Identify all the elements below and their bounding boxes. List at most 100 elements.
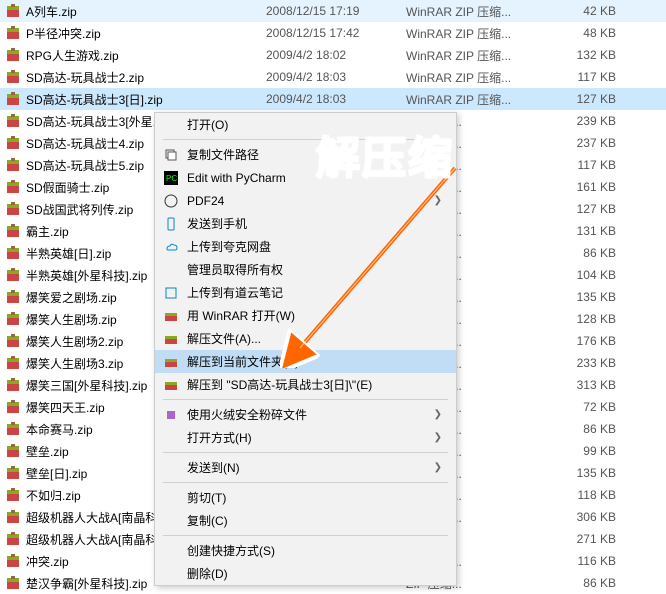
menu-copy-path[interactable]: 复制文件路径 [155, 143, 456, 166]
file-type: WinRAR ZIP 压缩... [406, 69, 546, 86]
zip-icon [4, 201, 22, 217]
phone-icon [161, 214, 181, 234]
file-date: 2009/4/2 18:02 [266, 48, 406, 62]
file-size: 117 KB [546, 70, 626, 84]
file-row[interactable]: P半径冲突.zip2008/12/15 17:42WinRAR ZIP 压缩..… [0, 22, 666, 44]
file-size: 86 KB [546, 422, 626, 436]
menu-label: 上传到夸克网盘 [187, 238, 450, 255]
file-date: 2008/12/15 17:19 [266, 4, 406, 18]
file-size: 42 KB [546, 4, 626, 18]
file-name: SD高达-玩具战士3[日].zip [26, 91, 266, 108]
youdao-icon [161, 283, 181, 303]
file-name: SD高达-玩具战士2.zip [26, 69, 266, 86]
menu-separator [163, 482, 448, 483]
menu-extract-to[interactable]: 解压到 "SD高达-玩具战士3[日]\"(E) [155, 373, 456, 396]
menu-admin-perms[interactable]: 管理员取得所有权 [155, 258, 456, 281]
menu-shortcut[interactable]: 创建快捷方式(S) [155, 539, 456, 562]
file-row[interactable]: A列车.zip2008/12/15 17:19WinRAR ZIP 压缩...4… [0, 0, 666, 22]
file-name: A列车.zip [26, 3, 266, 20]
menu-cut[interactable]: 剪切(T) [155, 486, 456, 509]
winrar-icon [161, 329, 181, 349]
file-size: 127 KB [546, 202, 626, 216]
zip-icon [4, 377, 22, 393]
blank-icon [161, 488, 181, 508]
zip-icon [4, 487, 22, 503]
file-size: 72 KB [546, 400, 626, 414]
menu-extract-here[interactable]: 解压到当前文件夹(X) [155, 350, 456, 373]
winrar-icon [161, 352, 181, 372]
winrar-icon [161, 375, 181, 395]
file-size: 313 KB [546, 378, 626, 392]
zip-icon [4, 531, 22, 547]
file-size: 161 KB [546, 180, 626, 194]
submenu-arrow-icon: ❯ [434, 432, 450, 443]
blank-icon [161, 511, 181, 531]
menu-open-with[interactable]: 打开方式(H) ❯ [155, 426, 456, 449]
blank-icon [161, 541, 181, 561]
menu-copy[interactable]: 复制(C) [155, 509, 456, 532]
zip-icon [4, 3, 22, 19]
menu-upload-quark[interactable]: 上传到夸克网盘 [155, 235, 456, 258]
file-row[interactable]: SD高达-玩具战士2.zip2009/4/2 18:03WinRAR ZIP 压… [0, 66, 666, 88]
menu-label: 复制(C) [187, 512, 450, 529]
menu-extract-file[interactable]: 解压文件(A)... [155, 327, 456, 350]
menu-send-to[interactable]: 发送到(N) ❯ [155, 456, 456, 479]
menu-label: 发送到(N) [187, 459, 434, 476]
shred-icon [161, 405, 181, 425]
submenu-arrow-icon: ❯ [434, 409, 450, 420]
menu-label: 上传到有道云笔记 [187, 284, 450, 301]
zip-icon [4, 553, 22, 569]
file-size: 237 KB [546, 136, 626, 150]
submenu-arrow-icon: ❯ [434, 462, 450, 473]
menu-label: 复制文件路径 [187, 146, 450, 163]
zip-icon [4, 267, 22, 283]
menu-label: Edit with PyCharm [187, 171, 450, 185]
menu-separator [163, 399, 448, 400]
zip-icon [4, 135, 22, 151]
zip-icon [4, 91, 22, 107]
menu-winrar-open[interactable]: 用 WinRAR 打开(W) [155, 304, 456, 327]
menu-pdf24[interactable]: PDF24 ❯ [155, 189, 456, 212]
file-size: 116 KB [546, 554, 626, 568]
menu-label: 用 WinRAR 打开(W) [187, 307, 450, 324]
file-row[interactable]: RPG人生游戏.zip2009/4/2 18:02WinRAR ZIP 压缩..… [0, 44, 666, 66]
file-size: 233 KB [546, 356, 626, 370]
menu-label: 创建快捷方式(S) [187, 542, 450, 559]
menu-label: 发送到手机 [187, 215, 450, 232]
file-name: P半径冲突.zip [26, 25, 266, 42]
file-size: 118 KB [546, 488, 626, 502]
file-size: 99 KB [546, 444, 626, 458]
zip-icon [4, 355, 22, 371]
menu-send-phone[interactable]: 发送到手机 [155, 212, 456, 235]
blank-icon [161, 115, 181, 135]
menu-label: 剪切(T) [187, 489, 450, 506]
file-size: 176 KB [546, 334, 626, 348]
blank-icon [161, 458, 181, 478]
zip-icon [4, 223, 22, 239]
blank-icon [161, 428, 181, 448]
context-menu: 打开(O) 复制文件路径 PC Edit with PyCharm PDF24 … [154, 112, 457, 586]
file-size: 135 KB [546, 290, 626, 304]
menu-shred[interactable]: 使用火绒安全粉碎文件 ❯ [155, 403, 456, 426]
zip-icon [4, 113, 22, 129]
file-size: 132 KB [546, 48, 626, 62]
zip-icon [4, 333, 22, 349]
file-size: 117 KB [546, 158, 626, 172]
file-size: 48 KB [546, 26, 626, 40]
zip-icon [4, 69, 22, 85]
file-row[interactable]: SD高达-玩具战士3[日].zip2009/4/2 18:03WinRAR ZI… [0, 88, 666, 110]
menu-label: PDF24 [187, 194, 434, 208]
menu-pycharm[interactable]: PC Edit with PyCharm [155, 166, 456, 189]
zip-icon [4, 443, 22, 459]
file-date: 2009/4/2 18:03 [266, 92, 406, 106]
file-size: 128 KB [546, 312, 626, 326]
svg-text:PC: PC [166, 174, 177, 183]
menu-label: 使用火绒安全粉碎文件 [187, 406, 434, 423]
winrar-icon [161, 306, 181, 326]
zip-icon [4, 311, 22, 327]
menu-open[interactable]: 打开(O) [155, 113, 456, 136]
zip-icon [4, 289, 22, 305]
file-date: 2008/12/15 17:42 [266, 26, 406, 40]
menu-upload-youdao[interactable]: 上传到有道云笔记 [155, 281, 456, 304]
cloud-icon [161, 237, 181, 257]
